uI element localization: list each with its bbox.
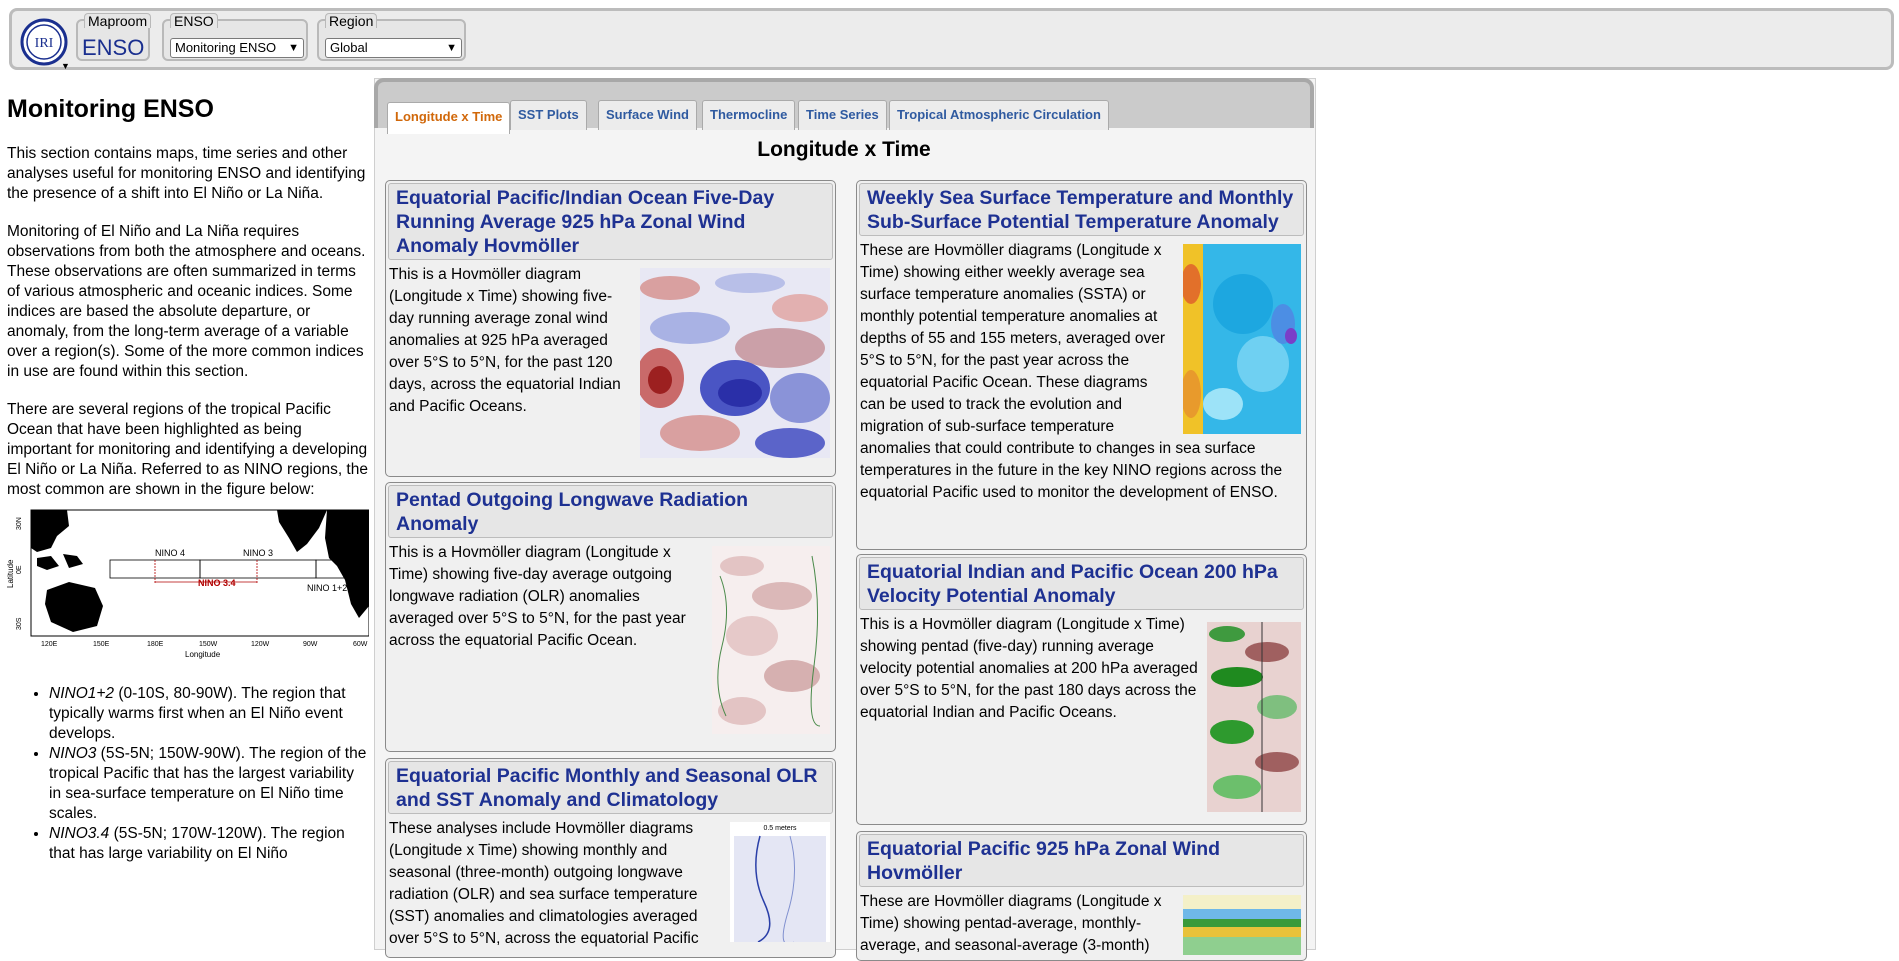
logo-menu-caret-icon[interactable]: ▼	[61, 61, 70, 71]
enso-legend: ENSO	[170, 13, 218, 28]
intro-paragraph: This section contains maps, time series …	[7, 145, 366, 202]
tab-longitude-x-time[interactable]: Longitude x Time	[387, 102, 511, 134]
chevron-down-icon: ▼	[446, 42, 457, 54]
maproom-link[interactable]: ENSO	[82, 35, 144, 61]
card-weekly-sst-subsurface: Weekly Sea Surface Temperature and Month…	[856, 180, 1307, 550]
card-description: This is a Hovmöller diagram (Longitude x…	[389, 266, 621, 415]
card-title-link[interactable]: Equatorial Pacific/Indian Ocean Five-Day…	[396, 186, 826, 258]
map-xlabel: Longitude	[185, 650, 221, 659]
list-item: NINO3 (5S-5N; 150W-90W). The region of t…	[49, 744, 369, 824]
hovmoller-thumbnail[interactable]	[1207, 622, 1301, 812]
lat-tick: 30S	[16, 617, 23, 630]
nino34-label: NINO 3.4	[198, 578, 236, 588]
content-title: Longitude x Time	[757, 138, 931, 161]
card-description: This is a Hovmöller diagram (Longitude x…	[389, 544, 686, 649]
lon-tick: 150E	[93, 641, 110, 648]
card-title-link[interactable]: Equatorial Pacific 925 hPa Zonal Wind Ho…	[867, 837, 1297, 885]
tab-sst-plots[interactable]: SST Plots	[510, 100, 587, 130]
lon-tick: 150W	[199, 641, 218, 648]
maproom-legend: Maproom	[84, 13, 152, 28]
hovmoller-thumbnail[interactable]	[712, 546, 830, 734]
card-description: This is a Hovmöller diagram (Longitude x…	[860, 616, 1198, 721]
top-toolbar: IRI ▼ Maproom ENSO ENSO Monitoring ENSO ▼…	[9, 8, 1894, 71]
tab-surface-wind[interactable]: Surface Wind	[598, 100, 697, 130]
lon-tick: 60W	[353, 641, 368, 648]
chevron-down-icon: ▼	[288, 42, 299, 54]
tab-time-series[interactable]: Time Series	[798, 100, 887, 130]
list-item: NINO3.4 (5S-5N; 170W-120W). The region t…	[49, 824, 369, 864]
card-title-link[interactable]: Weekly Sea Surface Temperature and Month…	[867, 186, 1297, 234]
tab-bar: Longitude x Time SST Plots Surface Wind …	[374, 78, 1314, 134]
card-title-link[interactable]: Pentad Outgoing Longwave Radiation Anoma…	[396, 488, 826, 536]
nino4-label: NINO 4	[155, 548, 185, 558]
nino-region-list: NINO1+2 (0-10S, 80-90W). The region that…	[7, 684, 369, 864]
region-group: Region Global ▼	[317, 13, 466, 61]
lon-tick: 90W	[303, 641, 318, 648]
card-velocity-potential-200: Equatorial Indian and Pacific Ocean 200 …	[856, 554, 1307, 825]
enso-group: ENSO Monitoring ENSO ▼	[162, 13, 308, 61]
hovmoller-thumbnail[interactable]	[640, 268, 830, 458]
tab-tropical-atmospheric-circulation[interactable]: Tropical Atmospheric Circulation	[889, 100, 1109, 130]
page-title: Monitoring ENSO	[7, 95, 214, 123]
map-ylabel: Latitude	[7, 559, 15, 588]
tab-thermocline[interactable]: Thermocline	[702, 100, 796, 130]
card-description: These are Hovmöller diagrams (Longitude …	[860, 893, 1162, 954]
enso-select-value: Monitoring ENSO	[175, 40, 277, 55]
lon-tick: 120E	[41, 641, 58, 648]
region-select[interactable]: Global ▼	[325, 38, 462, 58]
hovmoller-thumbnail[interactable]	[1183, 244, 1301, 434]
card-olr-sst-monthly-seasonal: Equatorial Pacific Monthly and Seasonal …	[385, 758, 836, 958]
lon-tick: 180E	[147, 641, 164, 648]
card-zonal-wind-925-running: Equatorial Pacific/Indian Ocean Five-Day…	[385, 180, 836, 477]
lon-tick: 120W	[251, 641, 270, 648]
enso-select[interactable]: Monitoring ENSO ▼	[170, 38, 304, 58]
region-select-value: Global	[330, 40, 368, 55]
monitoring-paragraph: Monitoring of El Niño and La Niña requir…	[7, 223, 366, 380]
svg-text:IRI: IRI	[35, 36, 54, 51]
nino3-label: NINO 3	[243, 548, 273, 558]
lat-tick: 0E	[16, 565, 23, 574]
nino12-label: NINO 1+2	[307, 583, 347, 593]
regions-paragraph: There are several regions of the tropica…	[7, 401, 368, 498]
hovmoller-thumbnail[interactable]: 0.5 meters	[730, 822, 830, 942]
nino-regions-map: NINO 4 NINO 3 NINO 3.4 NINO 1+2 30N 0E 3…	[7, 508, 369, 660]
sidebar: Monitoring ENSO This section contains ma…	[7, 94, 369, 864]
card-title-link[interactable]: Equatorial Indian and Pacific Ocean 200 …	[867, 560, 1297, 608]
region-legend: Region	[325, 13, 378, 28]
hovmoller-thumbnail[interactable]	[1183, 895, 1301, 955]
iri-logo-icon[interactable]: IRI	[20, 18, 68, 66]
card-olr-pentad: Pentad Outgoing Longwave Radiation Anoma…	[385, 482, 836, 752]
card-zonal-wind-925: Equatorial Pacific 925 hPa Zonal Wind Ho…	[856, 831, 1307, 961]
maproom-group: Maproom ENSO	[76, 13, 152, 61]
card-description: These analyses include Hovmöller diagram…	[389, 820, 699, 947]
thumbnail-caption: 0.5 meters	[763, 825, 797, 832]
lat-tick: 30N	[16, 517, 23, 530]
list-item: NINO1+2 (0-10S, 80-90W). The region that…	[49, 684, 369, 744]
card-title-link[interactable]: Equatorial Pacific Monthly and Seasonal …	[396, 764, 826, 812]
